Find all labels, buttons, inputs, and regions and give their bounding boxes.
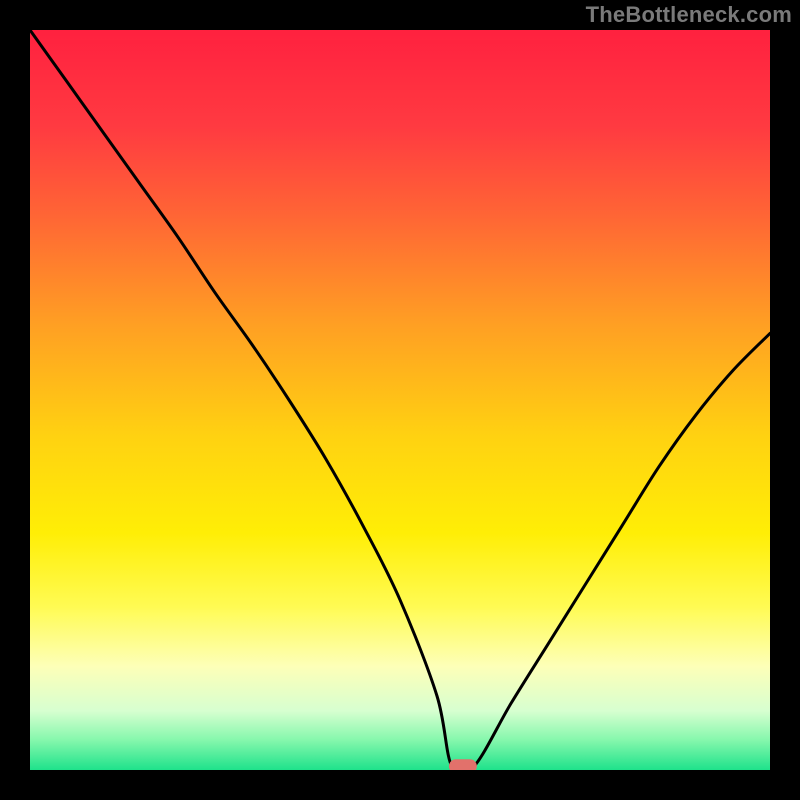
gradient-rect [30,30,770,770]
plot-area [30,30,770,770]
optimal-marker [449,759,477,770]
chart-svg [30,30,770,770]
watermark-text: TheBottleneck.com [586,2,792,28]
chart-frame: TheBottleneck.com [0,0,800,800]
